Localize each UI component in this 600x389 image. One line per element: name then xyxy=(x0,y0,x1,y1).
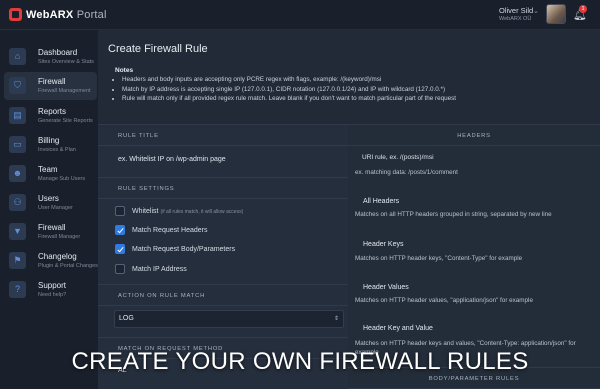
rule-title-input[interactable]: ex. Whitelist IP on /wp-admin page xyxy=(114,151,344,169)
sidebar-item-label: Support xyxy=(38,281,67,290)
notes-list: Headers and body inputs are accepting on… xyxy=(122,75,592,104)
whitelist-hint: (if all rules match, it will allow acces… xyxy=(160,208,244,215)
sidebar-item-sublabel: Sites Overview & Stats xyxy=(38,59,94,65)
flag-icon: ⚑ xyxy=(9,252,26,269)
users-icon: ⚇ xyxy=(9,194,26,211)
home-icon: ⌂ xyxy=(9,48,26,65)
match-headers-checkbox[interactable] xyxy=(115,225,125,235)
all-headers-title: All Headers xyxy=(363,198,400,205)
sidebar-item-label: Changelog xyxy=(38,252,77,261)
notification-badge: 1 xyxy=(579,5,587,13)
action-select-value: LOG xyxy=(119,315,134,322)
help-icon: ? xyxy=(9,281,26,298)
sidebar-item-team[interactable]: ☻ Team Manage Sub Users xyxy=(4,160,97,188)
note-item: Rule will match only if all provided reg… xyxy=(122,94,592,104)
rule-settings-heading: RULE SETTINGS xyxy=(98,177,348,199)
card-icon: ▭ xyxy=(9,136,26,153)
match-ip-checkbox-row[interactable]: Match IP Address xyxy=(115,263,187,275)
match-ip-label: Match IP Address xyxy=(132,265,187,273)
header-values-title: Header Values xyxy=(363,284,409,291)
sidebar-item-sublabel: Firewall Management xyxy=(38,88,91,94)
overlay-caption: CREATE YOUR OWN FIREWALL RULES xyxy=(71,348,529,375)
sidebar-item-sublabel: Generate Site Reports xyxy=(38,118,93,124)
header-key-value-title: Header Key and Value xyxy=(363,325,433,332)
user-name: Oliver Sild xyxy=(499,6,534,15)
sidebar-item-label: Team xyxy=(38,165,58,174)
logo-suffix: Portal xyxy=(73,8,107,21)
filter-icon: ▼ xyxy=(9,223,26,240)
user-org: WebARX OÜ xyxy=(499,16,532,22)
sidebar-item-label: Firewall xyxy=(38,77,66,86)
whitelist-checkbox[interactable] xyxy=(115,206,125,216)
sidebar-item-label: Dashboard xyxy=(38,48,78,57)
rule-title-heading: RULE TITLE xyxy=(98,124,348,146)
sidebar-item-firewall[interactable]: ⛉ Firewall Firewall Management xyxy=(4,72,97,100)
sidebar-item-sublabel: Need help? xyxy=(38,292,67,298)
sidebar-item-billing[interactable]: ▭ Billing Invoices & Plan xyxy=(4,131,97,159)
sidebar: ⌂ Dashboard Sites Overview & Stats ⛉ Fir… xyxy=(0,30,98,389)
whitelist-label: Whitelist xyxy=(132,207,159,215)
avatar[interactable] xyxy=(546,4,566,24)
whitelist-checkbox-row[interactable]: Whitelist (if all rules match, it will al… xyxy=(115,205,243,217)
sidebar-item-sublabel: Manage Sub Users xyxy=(38,176,86,182)
match-headers-checkbox-row[interactable]: Match Request Headers xyxy=(115,224,207,236)
sidebar-item-sublabel: Invoices & Plan xyxy=(38,147,76,153)
select-arrows-icon: ⇕ xyxy=(333,316,339,322)
sidebar-item-support[interactable]: ? Support Need help? xyxy=(4,276,97,304)
page-title: Create Firewall Rule xyxy=(108,43,208,55)
top-bar: WebARX Portal Oliver Sild WebARX OÜ ⌄ 🔔︎… xyxy=(0,0,600,30)
header-keys-desc: Matches on HTTP header keys, "Content-Ty… xyxy=(355,255,523,262)
action-heading: ACTION ON RULE MATCH xyxy=(98,284,348,306)
action-select[interactable]: LOG ⇕ xyxy=(114,310,344,328)
sidebar-item-label: Reports xyxy=(38,107,67,116)
team-icon: ☻ xyxy=(9,165,26,182)
all-headers-desc: Matches on all HTTP headers grouped in s… xyxy=(355,211,552,218)
uri-example: ex. matching data: /posts/1/comment xyxy=(355,169,458,176)
match-body-checkbox[interactable] xyxy=(115,244,125,254)
shield-icon: ⛉ xyxy=(9,77,26,94)
sidebar-item-sublabel: Firewall Manager xyxy=(38,234,81,240)
uri-rule-input[interactable]: URI rule, ex. /(posts)/msi xyxy=(362,154,434,161)
note-item: Headers and body inputs are accepting on… xyxy=(122,75,592,85)
chevron-down-icon[interactable]: ⌄ xyxy=(533,7,539,15)
headers-heading: HEADERS xyxy=(348,124,600,146)
notes-heading: Notes xyxy=(115,67,134,74)
header-values-desc: Matches on HTTP header values, "applicat… xyxy=(355,297,533,304)
match-headers-label: Match Request Headers xyxy=(132,226,208,234)
note-item: Match by IP address is accepting single … xyxy=(122,85,592,95)
sidebar-item-sublabel: Plugin & Portal Changes xyxy=(38,263,98,269)
logo-icon xyxy=(9,8,22,21)
sidebar-item-label: Firewall xyxy=(38,223,66,232)
document-icon: ▤ xyxy=(9,107,26,124)
sidebar-item-label: Billing xyxy=(38,136,60,145)
sidebar-item-users[interactable]: ⚇ Users User Manager xyxy=(4,189,97,217)
sidebar-item-changelog[interactable]: ⚑ Changelog Plugin & Portal Changes xyxy=(4,247,98,275)
match-body-checkbox-row[interactable]: Match Request Body/Parameters xyxy=(115,243,235,255)
match-ip-checkbox[interactable] xyxy=(115,264,125,274)
sidebar-item-sublabel: User Manager xyxy=(38,205,73,211)
sidebar-item-dashboard[interactable]: ⌂ Dashboard Sites Overview & Stats xyxy=(4,43,97,71)
user-menu[interactable]: Oliver Sild WebARX OÜ xyxy=(499,6,533,22)
sidebar-item-firewall-manager[interactable]: ▼ Firewall Firewall Manager xyxy=(4,218,97,246)
sidebar-item-label: Users xyxy=(38,194,59,203)
main-content: Create Firewall Rule Notes Headers and b… xyxy=(98,30,600,389)
match-body-label: Match Request Body/Parameters xyxy=(132,245,236,253)
logo-brand: WebARX xyxy=(26,8,74,21)
header-keys-title: Header Keys xyxy=(363,241,404,248)
logo[interactable]: WebARX Portal xyxy=(9,8,107,21)
sidebar-item-reports[interactable]: ▤ Reports Generate Site Reports xyxy=(4,102,97,130)
